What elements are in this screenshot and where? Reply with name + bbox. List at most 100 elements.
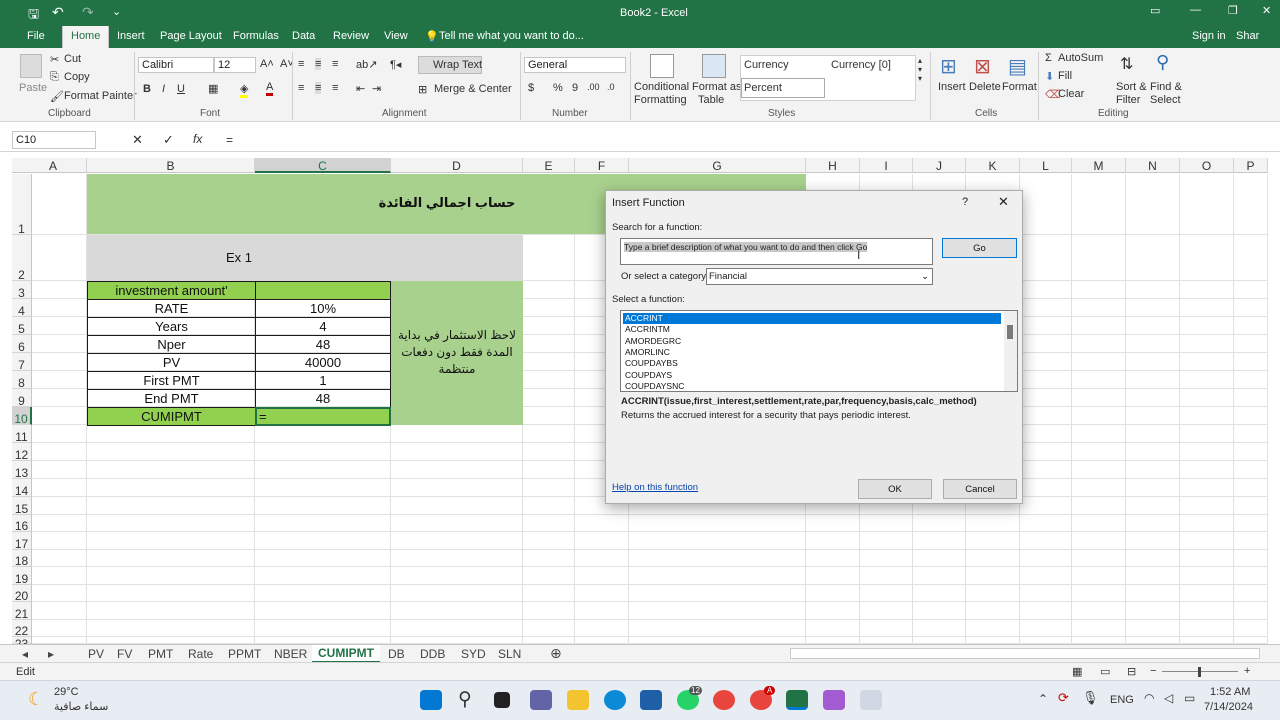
row-header[interactable]: 16 [12,515,32,533]
align-middle-icon[interactable]: ≡ [315,58,322,70]
sort-filter-button[interactable]: Sort & [1116,81,1147,93]
sort-filter-icon[interactable]: ⇅ [1120,54,1133,74]
number-format-select[interactable]: General [524,57,626,73]
sheet-tab-nber[interactable]: NBER [274,647,307,661]
sheet-tab-sln[interactable]: SLN [498,647,521,661]
tab-page-layout[interactable]: Page Layout [160,30,222,42]
merge-center-button[interactable]: Merge & Center [434,83,512,95]
conditional-formatting-icon[interactable] [650,54,674,78]
tell-me-input[interactable]: Tell me what you want to do... [439,30,584,42]
column-header[interactable]: I [860,158,913,173]
zoom-in-icon[interactable]: + [1244,665,1250,677]
column-header[interactable]: C [255,158,391,173]
currency-format-button[interactable]: $ [528,82,534,94]
start-icon[interactable] [420,690,442,710]
column-header[interactable]: F [575,158,629,173]
sort-filter-button2[interactable]: Filter [1116,94,1140,106]
volume-icon[interactable]: ◁ [1164,691,1173,705]
style-percent[interactable]: Percent [741,78,825,98]
minimize-icon[interactable]: — [1190,4,1201,16]
ribbon-display-icon[interactable]: ▭ [1150,4,1160,17]
row-header[interactable]: 20 [12,585,32,603]
edge-icon[interactable] [604,690,626,710]
tab-data[interactable]: Data [292,30,315,42]
formula-input[interactable]: = [226,133,233,147]
fill-color-icon[interactable]: ◈ [240,82,249,98]
redo-icon[interactable]: ↷ [82,4,94,21]
column-header[interactable]: B [87,158,255,173]
row-header[interactable]: 14 [12,479,32,498]
sheet-tab-db[interactable]: DB [388,647,405,661]
conditional-formatting-label[interactable]: Conditional [634,81,689,93]
sheet-tab-ppmt[interactable]: PPMT [228,647,261,661]
paste-icon[interactable] [20,54,42,78]
row-header[interactable]: 17 [12,532,32,551]
function-item[interactable]: COUPDAYS [623,370,1001,381]
cancel-button[interactable]: Cancel [943,479,1017,499]
conditional-formatting-label2[interactable]: Formatting [634,94,687,106]
maximize-icon[interactable]: ❐ [1228,4,1238,17]
function-item[interactable]: COUPDAYBS [623,358,1001,369]
row-header[interactable]: 4 [12,299,32,318]
page-layout-view-icon[interactable]: ▭ [1100,665,1110,678]
styles-scroll-icon[interactable]: ▴ ▾ ▾ [918,56,922,83]
bold-button[interactable]: B [143,83,151,95]
function-item[interactable]: AMORDEGRC [623,336,1001,347]
tray-overflow-icon[interactable]: ⌃ [1038,692,1048,706]
column-header[interactable]: D [391,158,523,173]
category-select[interactable]: Financial ⌄ [706,268,933,285]
share-button[interactable]: Shar [1236,30,1259,42]
list-scrollbar[interactable] [1004,311,1017,391]
clock-date[interactable]: 7/14/2024 [1204,701,1253,713]
new-sheet-icon[interactable]: ⊕ [550,645,562,662]
column-header[interactable]: P [1234,158,1268,173]
percent-format-button[interactable]: % [553,82,563,94]
tab-insert[interactable]: Insert [117,30,145,42]
language-indicator[interactable]: ENG [1110,694,1134,706]
microphone-icon[interactable]: 🎙 [1082,690,1099,706]
sheet-tab-ddb[interactable]: DDB [420,647,445,661]
dialog-close-icon[interactable]: ✕ [998,194,1009,210]
style-currency[interactable]: Currency [744,59,789,71]
align-center-icon[interactable]: ≡ [315,82,322,94]
row-header[interactable]: 22 [12,620,32,638]
comma-format-button[interactable]: 9 [572,82,578,94]
cut-icon[interactable]: ✂ [50,53,59,66]
excel-taskbar-icon[interactable] [786,690,808,710]
chrome-icon[interactable] [713,690,735,710]
row-header[interactable]: 11 [12,425,32,444]
task-view-icon[interactable] [494,692,510,708]
column-header[interactable]: M [1072,158,1126,173]
paste-button[interactable]: Paste [19,82,47,94]
video-editor-icon[interactable] [823,690,845,710]
row-header[interactable]: 10 [12,407,32,426]
tab-review[interactable]: Review [333,30,369,42]
format-painter-button[interactable]: Format Painter [64,90,137,102]
fill-icon[interactable]: ⬇ [1045,70,1054,83]
column-header[interactable]: J [913,158,966,173]
prev-sheet-icon[interactable]: ◂ [22,647,28,661]
name-box[interactable]: C10 [12,131,96,149]
row-header[interactable]: 3 [12,281,32,300]
find-select-button[interactable]: Find & [1150,81,1182,93]
font-color-icon[interactable]: A [266,81,274,96]
row-header[interactable]: 9 [12,389,32,408]
row-header[interactable]: 13 [12,461,32,480]
row-header[interactable]: 6 [12,335,32,354]
normal-view-icon[interactable]: ▦ [1072,665,1082,678]
delete-cells-icon[interactable]: ⊠ [974,54,991,79]
zoom-slider-thumb[interactable] [1198,667,1201,677]
close-window-icon[interactable]: ✕ [1262,4,1271,17]
find-select-icon[interactable]: ⚲ [1156,52,1169,73]
fill-button[interactable]: Fill [1058,70,1072,82]
borders-icon[interactable]: ▦ [208,82,218,95]
format-as-table-label2[interactable]: Table [698,94,724,106]
enter-entry-icon[interactable]: ✓ [163,132,174,148]
zoom-out-icon[interactable]: − [1150,665,1156,677]
function-item[interactable]: COUPDAYSNC [623,381,1001,392]
style-currency0[interactable]: Currency [0] [831,59,891,71]
column-header[interactable]: L [1020,158,1072,173]
function-item[interactable]: ACCRINTM [623,324,1001,335]
store-icon[interactable] [640,690,662,710]
copy-button[interactable]: Copy [64,71,90,83]
